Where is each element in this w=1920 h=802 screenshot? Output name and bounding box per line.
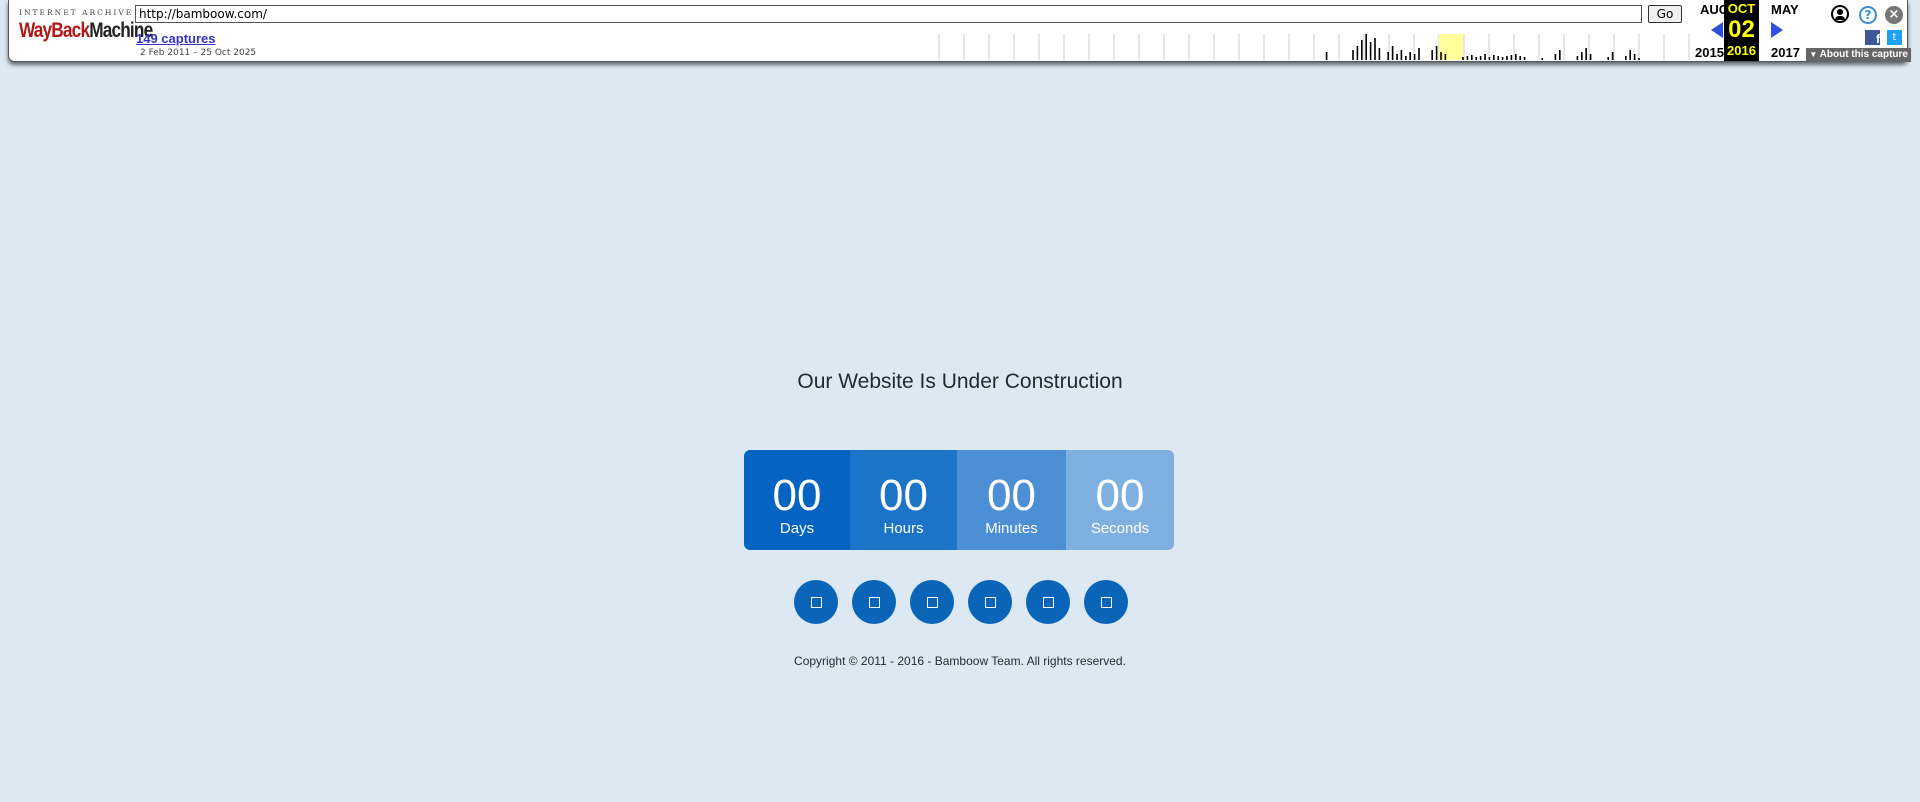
capture-bar	[1484, 54, 1486, 60]
capture-bar	[1506, 56, 1508, 60]
capture-bar	[1378, 48, 1381, 60]
capture-bar	[1431, 50, 1433, 60]
social-icon-6[interactable]	[1084, 580, 1128, 624]
prev-capture-arrow-icon[interactable]	[1711, 22, 1723, 38]
social-icon-1[interactable]	[794, 580, 838, 624]
capture-bar	[1435, 46, 1438, 60]
social-icon-3[interactable]	[910, 580, 954, 624]
capture-bar	[1444, 54, 1447, 60]
capture-bar	[1541, 58, 1543, 60]
current-day: 02	[1728, 16, 1755, 43]
capture-bar	[1391, 46, 1394, 60]
capture-bar	[1475, 57, 1477, 60]
capture-bar	[1400, 50, 1403, 60]
social-icon-2[interactable]	[852, 580, 896, 624]
capture-bar	[1374, 38, 1376, 60]
capture-bar	[1559, 50, 1561, 60]
logo-wayback-machine: WayBackMachine	[19, 19, 153, 42]
capture-bar	[1629, 50, 1631, 60]
capture-bar	[1405, 56, 1407, 60]
capture-bar	[1638, 58, 1640, 60]
close-icon[interactable]: ×	[1885, 6, 1903, 24]
social-icon-5[interactable]	[1026, 580, 1070, 624]
logo-internet-archive-text: INTERNET ARCHIVE	[19, 8, 134, 17]
capture-bar	[1356, 46, 1359, 60]
capture-bar	[1510, 55, 1513, 60]
capture-bar	[1352, 50, 1354, 60]
countdown-seconds: 00 Seconds	[1066, 450, 1174, 550]
capture-sparkline[interactable]	[931, 28, 1691, 60]
current-year-highlight	[1439, 34, 1463, 60]
capture-bar	[1365, 34, 1367, 60]
capture-bar	[1409, 52, 1411, 60]
countdown-minutes: 00 Minutes	[957, 450, 1066, 550]
capture-bar	[1387, 52, 1389, 60]
capture-bar	[1440, 52, 1442, 60]
capture-bar	[1501, 57, 1504, 60]
captures-link[interactable]: 149 captures	[136, 31, 216, 46]
page-title: Our Website Is Under Construction	[797, 370, 1123, 393]
prev-year[interactable]: 2015	[1695, 45, 1724, 60]
capture-bar	[1576, 56, 1579, 60]
copyright-text: Copyright © 2011 - 2016 - Bamboow Team. …	[794, 654, 1126, 668]
url-input[interactable]: http://bamboow.com/	[135, 5, 1642, 23]
capture-bar	[1519, 56, 1521, 60]
countdown-hours: 00 Hours	[850, 450, 957, 550]
capture-bar	[1471, 55, 1473, 60]
current-month: OCT	[1727, 1, 1756, 16]
capture-bar	[1466, 56, 1469, 60]
next-capture-arrow-icon[interactable]	[1771, 22, 1783, 38]
capture-bar	[1515, 54, 1517, 60]
capture-bar	[1488, 57, 1491, 60]
capture-bar	[1625, 56, 1627, 60]
next-month[interactable]: MAY	[1771, 2, 1799, 17]
capture-bar	[1607, 57, 1609, 60]
capture-bar	[1396, 54, 1398, 60]
capture-bar	[1497, 56, 1499, 60]
capture-bar	[1462, 57, 1464, 60]
social-icon-4[interactable]	[968, 580, 1012, 624]
capture-bar	[1585, 48, 1587, 60]
capture-bar	[1493, 55, 1495, 60]
help-icon[interactable]: ?	[1859, 6, 1877, 24]
capture-bar	[1554, 54, 1557, 60]
facebook-icon[interactable]: f	[1865, 30, 1880, 46]
capture-bar	[1581, 52, 1583, 60]
social-links	[794, 580, 1128, 624]
countdown-days: 00 Days	[744, 450, 850, 550]
capture-bar	[1369, 42, 1372, 60]
capture-bar	[1361, 40, 1363, 60]
twitter-icon[interactable]: t	[1887, 30, 1902, 45]
capture-bar	[1611, 52, 1614, 60]
capture-bar	[1633, 54, 1636, 60]
wayback-logo[interactable]: INTERNET ARCHIVE WayBackMachine	[19, 8, 153, 54]
wayback-toolbar: INTERNET ARCHIVE WayBackMachine http://b…	[8, 0, 1911, 62]
current-year: 2016	[1727, 43, 1756, 58]
capture-bar	[1479, 56, 1482, 60]
capture-date-range: 2 Feb 2011 – 25 Oct 2025	[140, 48, 257, 58]
next-year[interactable]: 2017	[1771, 45, 1800, 60]
go-button[interactable]: Go	[1648, 5, 1682, 23]
capture-bar	[1418, 48, 1420, 60]
about-capture-button[interactable]: ▼ About this capture	[1806, 48, 1911, 62]
caret-down-icon: ▼	[1809, 50, 1818, 59]
capture-bar	[1413, 54, 1416, 60]
countdown-timer: 00 Days 00 Hours 00 Minutes 00 Seconds	[744, 450, 1174, 550]
capture-bar	[1325, 52, 1328, 60]
capture-bar	[1523, 57, 1526, 60]
capture-bar	[1589, 54, 1592, 60]
current-capture-date: OCT 02 2016	[1724, 0, 1759, 61]
user-account-icon[interactable]	[1831, 5, 1849, 23]
